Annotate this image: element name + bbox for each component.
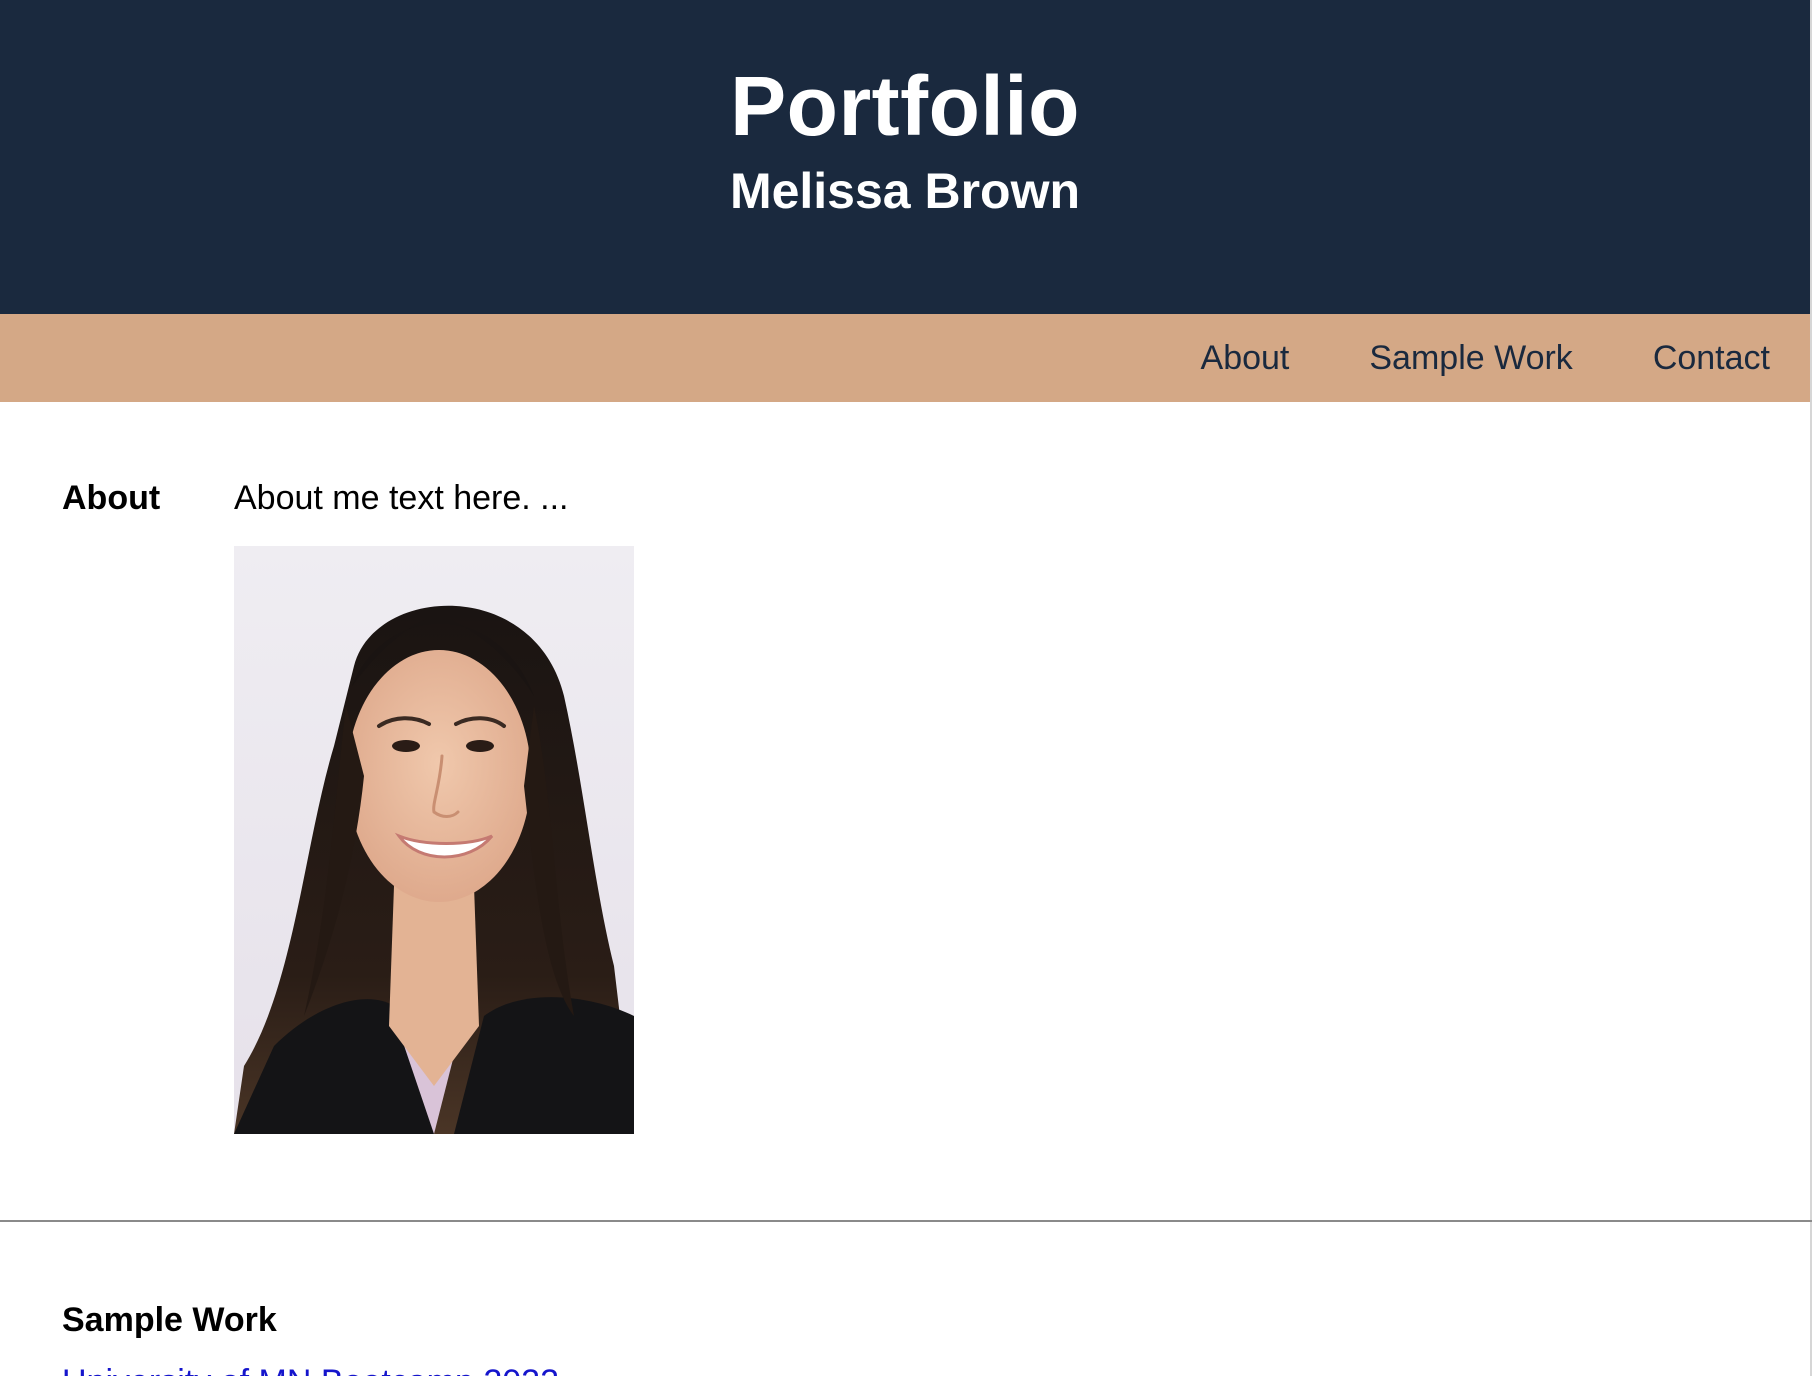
section-divider <box>0 1220 1812 1222</box>
portfolio-page: Portfolio Melissa Brown About Sample Wor… <box>0 0 1812 1376</box>
site-subtitle: Melissa Brown <box>729 163 1081 219</box>
profile-photo <box>234 546 634 1134</box>
nav-link-about[interactable]: About <box>1201 338 1290 378</box>
site-header: Portfolio Melissa Brown <box>0 0 1810 314</box>
nav-link-sample-work[interactable]: Sample Work <box>1369 338 1572 378</box>
sample-work-heading: Sample Work <box>62 1301 277 1339</box>
site-title: Portfolio <box>730 59 1080 153</box>
nav-link-contact[interactable]: Contact <box>1653 338 1770 378</box>
about-heading: About <box>62 479 161 517</box>
about-section: About About me text here. ... <box>0 402 1812 1222</box>
about-text: About me text here. ... <box>234 479 569 517</box>
sample-work-link[interactable]: University of MN Bootcamp 2022 <box>62 1362 559 1376</box>
main-navbar: About Sample Work Contact <box>0 314 1810 402</box>
